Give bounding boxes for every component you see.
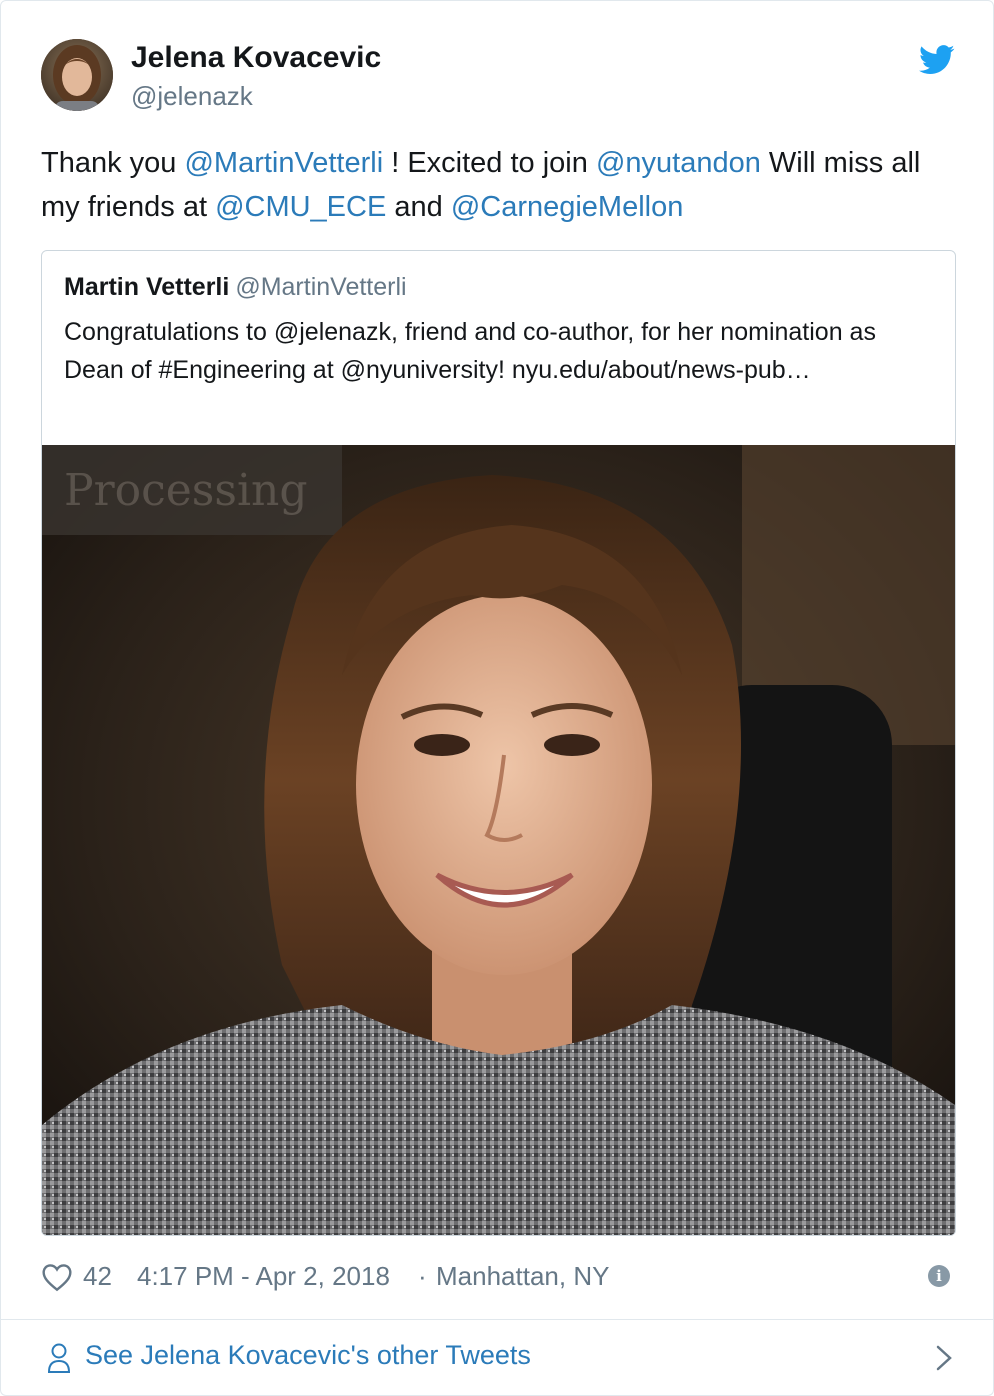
- quoted-author-handle: @MartinVetterli: [235, 273, 407, 301]
- location[interactable]: Manhattan, NY: [436, 1261, 609, 1292]
- see-other-tweets-label[interactable]: See Jelena Kovacevic's other Tweets: [85, 1340, 531, 1371]
- chevron-right-icon[interactable]: [935, 1344, 953, 1372]
- quoted-tweet[interactable]: Martin Vetterli @MartinVetterli Congratul…: [41, 250, 956, 1236]
- mention-martinvetterli[interactable]: @MartinVetterli: [184, 147, 383, 179]
- tweet-header: Jelena Kovacevic @jelenazk: [41, 39, 961, 115]
- avatar[interactable]: [41, 39, 113, 111]
- mention-cmu-ece[interactable]: @CMU_ECE: [215, 191, 386, 223]
- quoted-tweet-header: Martin Vetterli @MartinVetterli: [64, 273, 407, 302]
- mention-carnegiemellon[interactable]: @CarnegieMellon: [451, 191, 684, 223]
- quoted-tweet-photo[interactable]: Processing: [42, 445, 955, 1235]
- avatar-image: [41, 39, 113, 111]
- quoted-author-name: Martin Vetterli: [64, 273, 230, 301]
- background-sign-text: Processing: [64, 465, 308, 516]
- tweet-meta: 42 4:17 PM - Apr 2, 2018 · Manhattan, NY…: [41, 1257, 956, 1297]
- twitter-bird-icon[interactable]: [919, 45, 955, 75]
- author-handle[interactable]: @jelenazk: [131, 81, 253, 112]
- author-name[interactable]: Jelena Kovacevic: [131, 41, 381, 75]
- heart-icon[interactable]: [41, 1262, 73, 1292]
- see-other-tweets-link[interactable]: See Jelena Kovacevic's other Tweets: [1, 1320, 993, 1395]
- tweet-text: Thank you @MartinVetterli ! Excited to j…: [41, 141, 941, 229]
- timestamp[interactable]: 4:17 PM - Apr 2, 2018: [137, 1261, 390, 1292]
- embedded-tweet-card: Jelena Kovacevic @jelenazk Thank you @Ma…: [0, 0, 994, 1396]
- tweet-text-part: and: [386, 191, 451, 223]
- meta-separator: ·: [418, 1261, 427, 1291]
- tweet-text-part: ! Excited to join: [383, 147, 596, 179]
- like-count[interactable]: 42: [83, 1261, 112, 1292]
- tweet-text-part: Thank you: [41, 147, 185, 179]
- info-icon[interactable]: i: [928, 1265, 950, 1287]
- quoted-tweet-text: Congratulations to @jelenazk, friend and…: [64, 318, 876, 384]
- portrait-photo: Processing: [42, 445, 955, 1235]
- person-icon: [47, 1343, 71, 1373]
- mention-nyutandon[interactable]: @nyutandon: [596, 147, 761, 179]
